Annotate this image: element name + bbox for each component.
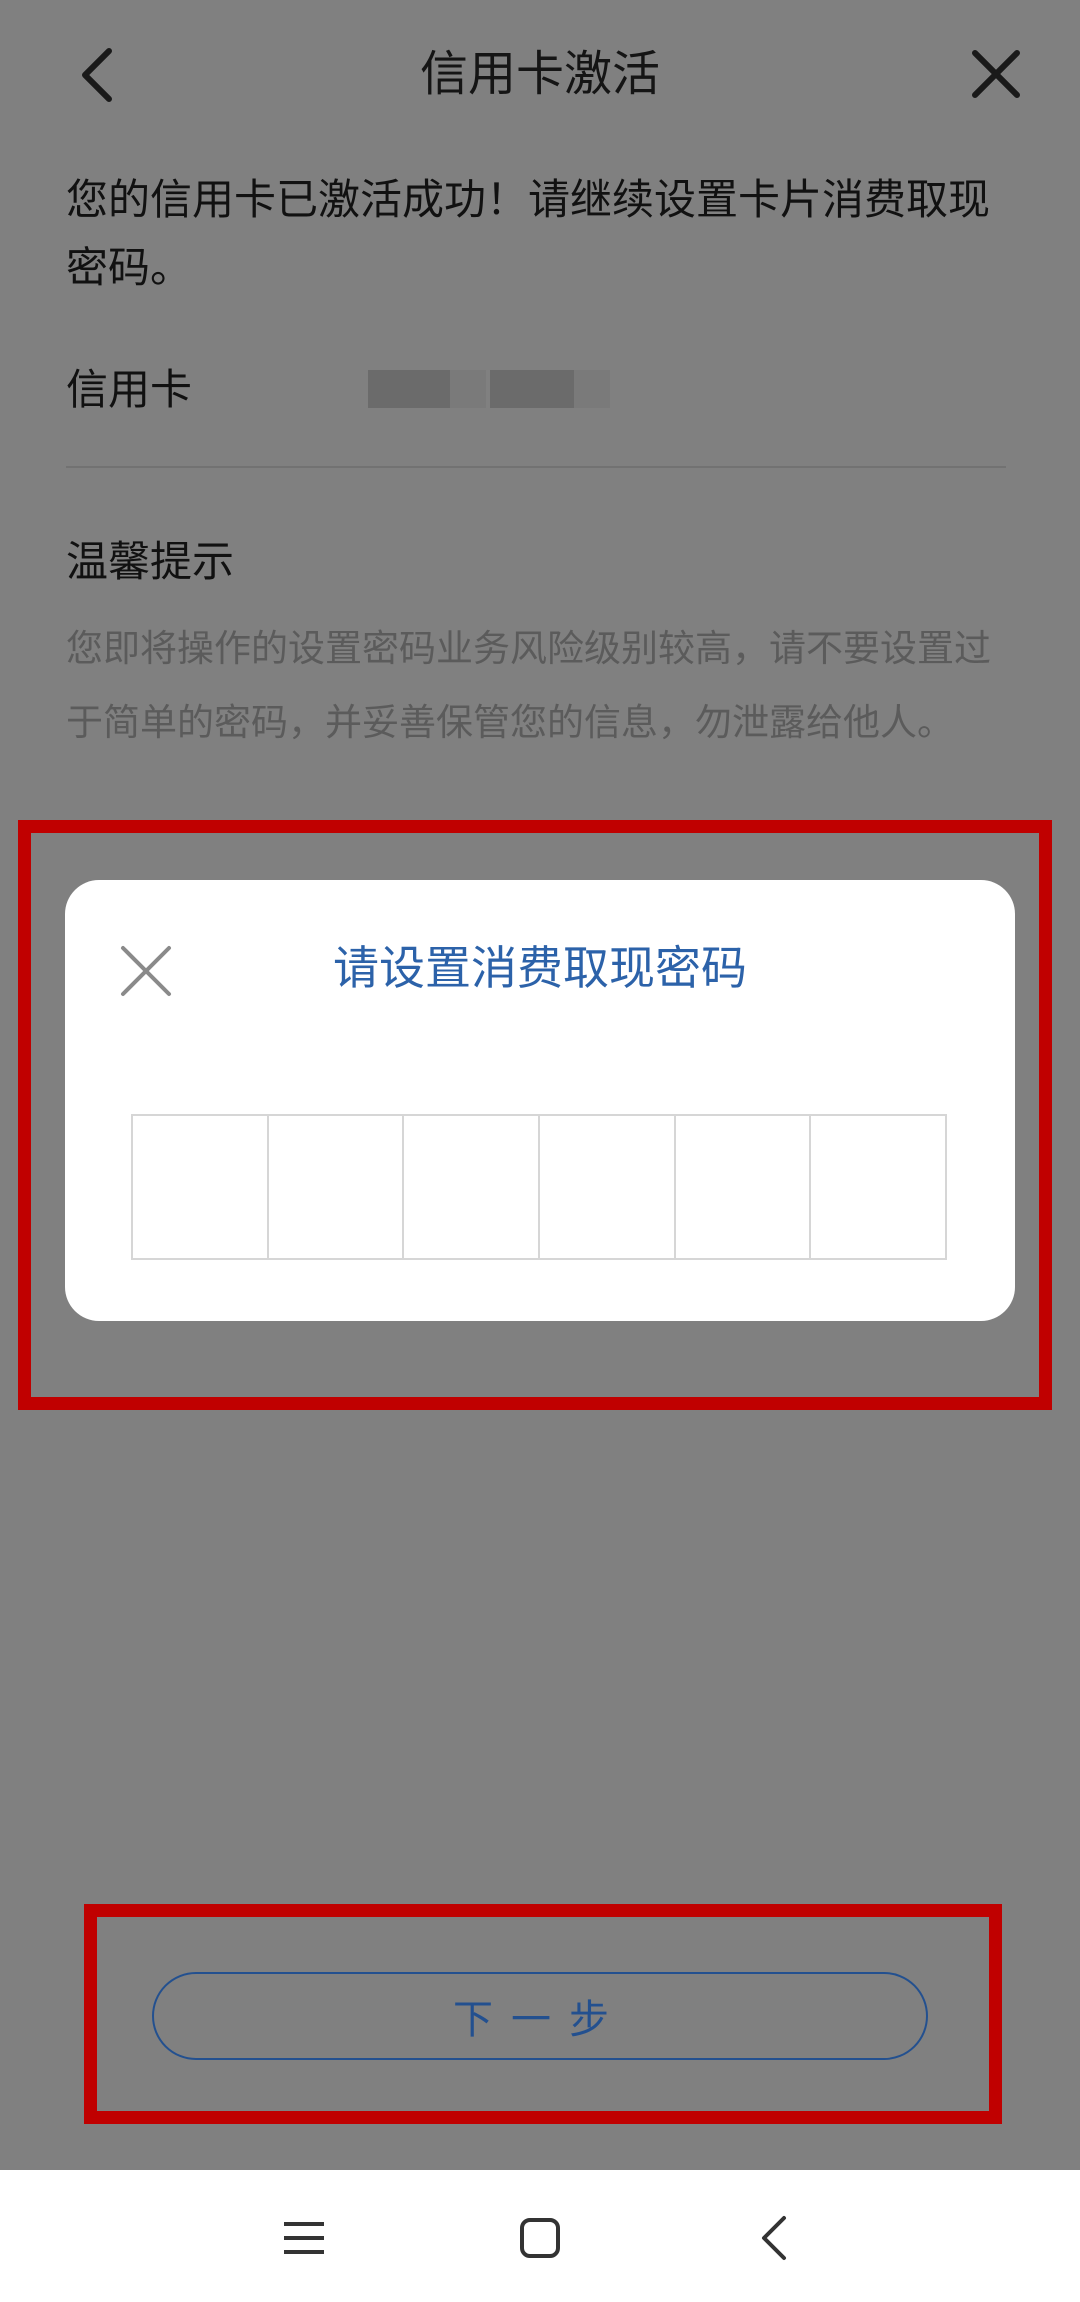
annotation-box-next [84,1904,1002,2124]
card-row: 信用卡 [66,360,1006,420]
activation-page: 信用卡激活 您的信用卡已激活成功！请继续设置卡片消费取现密码。 信用卡 温馨提示… [0,0,1080,2170]
system-nav-bar [0,2170,1080,2302]
menu-icon [284,2222,324,2254]
card-number-masked [490,370,574,408]
home-icon [520,2218,560,2258]
close-button[interactable] [958,36,1034,112]
close-icon [972,50,1020,98]
nav-menu-button[interactable] [274,2208,334,2268]
card-number-masked [450,370,486,408]
tips-body: 您即将操作的设置密码业务风险级别较高，请不要设置过于简单的密码，并妥善保管您的信… [66,627,991,744]
divider [66,466,1006,468]
page-title: 信用卡激活 [419,46,660,102]
back-icon [762,2216,786,2260]
nav-home-button[interactable] [510,2208,570,2268]
annotation-box-dialog [18,820,1052,1410]
card-label: 信用卡 [66,365,193,414]
success-message: 您的信用卡已激活成功！请继续设置卡片消费取现密码。 [66,175,991,292]
nav-back-button[interactable] [744,2208,804,2268]
tips-title: 温馨提示 [66,537,235,586]
card-number-masked [368,370,450,408]
card-number-masked [574,370,610,408]
